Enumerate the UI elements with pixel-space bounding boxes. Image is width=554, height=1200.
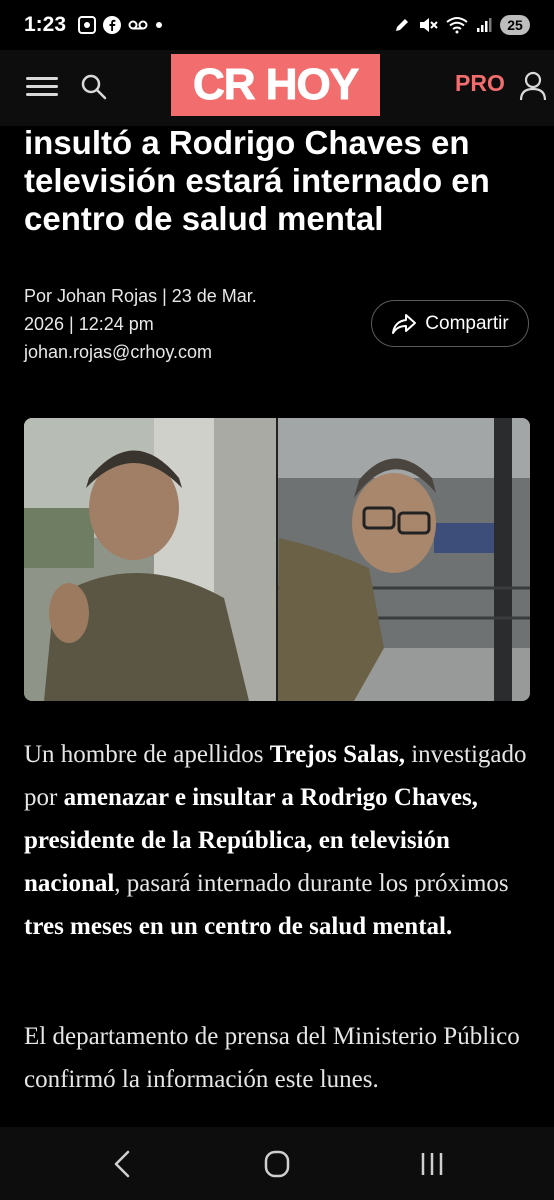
share-arrow-icon: [392, 313, 417, 334]
facebook-icon: [103, 16, 122, 34]
back-icon[interactable]: [103, 1147, 143, 1181]
recents-icon[interactable]: [412, 1147, 452, 1181]
hamburger-menu-icon[interactable]: [26, 72, 58, 102]
user-icon[interactable]: [519, 70, 547, 102]
battery-indicator: 25: [500, 15, 530, 35]
pen-icon: [396, 19, 408, 31]
voicemail-icon: [128, 20, 148, 30]
byline-email[interactable]: johan.rojas@crhoy.com: [24, 338, 354, 366]
signal-icon: [477, 18, 492, 32]
wifi-icon: [446, 17, 468, 34]
dot-icon: [156, 22, 163, 28]
article-paragraph-2: El departamento de prensa del Ministerio…: [24, 1023, 520, 1093]
byline-author-date: Por Johan Rojas | 23 de Mar.: [24, 286, 257, 306]
byline-time: 2026 | 12:24 pm: [24, 314, 154, 334]
p1-text-1: Un hombre de apellidos: [24, 741, 270, 768]
share-label: Compartir: [425, 312, 509, 334]
pro-link[interactable]: PRO: [455, 70, 505, 97]
system-nav-bar: [0, 1127, 554, 1200]
home-icon[interactable]: [257, 1147, 297, 1181]
article-byline: Por Johan Rojas | 23 de Mar. 2026 | 12:2…: [24, 282, 354, 366]
screenshot-icon: [78, 16, 97, 34]
site-header: CR HOY PRO: [0, 50, 554, 126]
status-bar: 1:23 25: [0, 0, 554, 50]
site-logo[interactable]: CR HOY: [171, 54, 380, 116]
article-headline: insultó a Rodrigo Chaves en televisión e…: [24, 124, 490, 237]
share-button[interactable]: Compartir: [371, 300, 529, 347]
notification-icons: [78, 16, 163, 34]
mute-icon: [420, 18, 438, 32]
p1-text-3: , pasará internado durante los próximos: [114, 870, 509, 897]
system-icons: 25: [394, 15, 530, 35]
search-icon[interactable]: [80, 73, 108, 101]
p1-bold-duration: tres meses en un centro de salud mental.: [24, 913, 453, 940]
article-photo[interactable]: [24, 418, 530, 701]
status-time: 1:23: [24, 13, 67, 36]
p1-bold-name: Trejos Salas,: [269, 741, 405, 768]
article-paragraph-1: Un hombre de apellidos Trejos Salas, inv…: [24, 733, 534, 948]
